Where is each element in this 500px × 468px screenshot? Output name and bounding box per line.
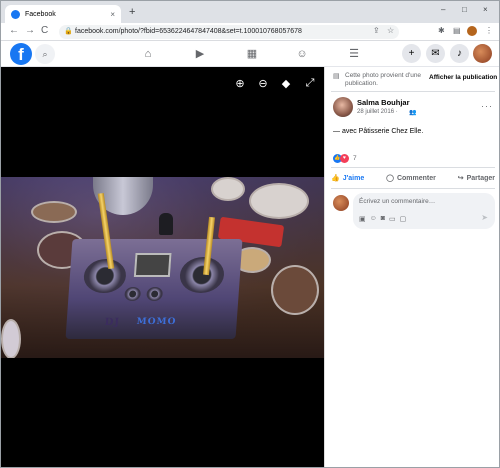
friends-audience-icon: 👥 — [409, 110, 417, 116]
home-icon[interactable]: ⌂ — [139, 46, 157, 62]
photo-plate — [31, 201, 77, 223]
sticker-icon[interactable]: ▢ — [400, 215, 407, 223]
share-button[interactable]: ↪ Partager — [457, 174, 495, 183]
photo-plate — [211, 177, 245, 201]
thumbs-up-icon: 👍 — [331, 175, 340, 182]
comment-bubble-icon: ◯ — [386, 175, 394, 182]
plus-icon[interactable]: + — [402, 44, 421, 63]
photo-dj-figurine — [159, 213, 173, 235]
post-actions: 👍 J'aime ◯ Commenter ↪ Partager — [331, 171, 495, 185]
comment-input[interactable]: Écrivez un commentaire… ▣ ☺ ◙ ▭ ▢ ➤ — [353, 193, 495, 229]
photo-viewer: ⊕ ⊖ ◆ ⤢ DJ MOMO — [1, 67, 324, 467]
like-button[interactable]: 👍 J'aime — [331, 174, 365, 183]
photo-plate — [249, 183, 309, 219]
photo-dj-cake: DJ MOMO — [65, 239, 243, 339]
share-arrow-icon: ↪ — [457, 175, 464, 182]
account-avatar[interactable] — [473, 44, 492, 63]
tab-strip: Facebook × + – □ × — [1, 1, 499, 23]
post-photo[interactable]: DJ MOMO — [1, 177, 324, 358]
fullscreen-icon[interactable]: ⤢ — [303, 77, 317, 90]
new-tab-button[interactable]: + — [129, 6, 135, 18]
photo-knob — [146, 287, 164, 301]
lock-icon: 🔒 — [64, 28, 73, 35]
facebook-logo[interactable]: f — [10, 43, 32, 65]
maximize-button[interactable]: □ — [462, 5, 467, 14]
photo-source-notice: ▤ Cette photo provient d'une publication… — [333, 72, 423, 88]
tab-facebook[interactable]: Facebook × — [5, 5, 121, 23]
chrome-menu-icon[interactable]: ⋮ — [485, 26, 493, 35]
extensions-icon[interactable]: ✱ — [438, 26, 445, 35]
photo-turntable-right — [178, 257, 226, 293]
more-options-icon[interactable]: ··· — [481, 101, 493, 111]
post-date[interactable]: 28 juillet 2016 · — [357, 109, 398, 115]
profile-avatar[interactable] — [467, 26, 477, 36]
share-icon[interactable]: ⇪ — [373, 26, 380, 35]
like-label: J'aime — [342, 174, 365, 182]
comment-tools: ▣ ☺ ◙ ▭ ▢ — [359, 215, 406, 223]
menu-icon[interactable]: ☰ — [345, 46, 363, 62]
video-icon[interactable]: ▶ — [191, 46, 209, 62]
avatar-sticker-icon[interactable]: ▣ — [359, 215, 366, 223]
cake-text-momo: MOMO — [136, 317, 177, 327]
zoom-out-icon[interactable]: ⊖ — [256, 77, 270, 90]
comment-placeholder: Écrivez un commentaire… — [359, 198, 436, 205]
send-icon[interactable]: ➤ — [481, 213, 488, 222]
facebook-favicon-icon — [11, 9, 20, 19]
zoom-in-icon[interactable]: ⊕ — [233, 77, 247, 90]
facebook-header: f ⌕ ⌂ ▶ ▦ ☺ ☰ + ✉ ♪ — [1, 41, 499, 67]
commenter-avatar[interactable] — [333, 195, 349, 211]
divider — [331, 167, 495, 168]
close-window-button[interactable]: × — [483, 5, 488, 14]
divider — [331, 91, 495, 92]
bookmark-star-icon[interactable]: ☆ — [387, 26, 394, 35]
tag-icon[interactable]: ◆ — [279, 77, 293, 90]
emoji-icon[interactable]: ☺ — [370, 215, 377, 223]
reactions-summary[interactable]: 👍 ♥ 7 — [333, 153, 357, 163]
photo-mixer — [133, 253, 172, 277]
sidepanel-icon[interactable]: ▤ — [453, 26, 461, 35]
comment-button[interactable]: ◯ Commenter — [386, 174, 436, 183]
address-bar-row: ← → C 🔒 facebook.com/photo/?fbid=6536224… — [1, 23, 499, 41]
marketplace-icon[interactable]: ▦ — [243, 46, 261, 62]
notice-text: Cette photo provient d'une publication. — [345, 72, 422, 87]
minimize-button[interactable]: – — [441, 5, 445, 14]
browser-window: Facebook × + – □ × ← → C 🔒 facebook.com/… — [0, 0, 500, 468]
love-reaction-icon: ♥ — [340, 153, 349, 163]
photo-plate — [271, 265, 319, 315]
reactions-count: 7 — [353, 154, 357, 162]
share-label: Partager — [466, 174, 495, 182]
post-caption: — avec Pâtisserie Chez Elle. — [333, 128, 424, 135]
cake-text-dj: DJ — [104, 317, 121, 328]
reload-button[interactable]: C — [41, 25, 48, 36]
post-side-panel: ▤ Cette photo provient d'une publication… — [324, 67, 499, 467]
camera-icon[interactable]: ◙ — [381, 215, 385, 223]
messenger-icon[interactable]: ✉ — [426, 44, 445, 63]
photo-knob — [124, 287, 142, 301]
back-button[interactable]: ← — [9, 25, 19, 36]
bell-icon[interactable]: ♪ — [450, 44, 469, 63]
author-name[interactable]: Salma Bouhjar — [357, 98, 410, 107]
photo-turntable-left — [82, 259, 128, 293]
url-bar[interactable]: 🔒 facebook.com/photo/?fbid=6536224647847… — [59, 25, 399, 39]
post-info-icon: ▤ — [333, 73, 340, 80]
view-post-link[interactable]: Afficher la publication — [429, 74, 497, 81]
url-text: facebook.com/photo/?fbid=653622464784740… — [75, 28, 302, 35]
groups-icon[interactable]: ☺ — [293, 46, 311, 62]
forward-button[interactable]: → — [25, 25, 35, 36]
photo-plate — [1, 319, 21, 358]
search-icon[interactable]: ⌕ — [35, 44, 55, 64]
comment-label: Commenter — [396, 174, 436, 182]
tab-title: Facebook — [25, 10, 56, 18]
gif-icon[interactable]: ▭ — [389, 215, 396, 223]
divider — [331, 188, 495, 189]
tab-close-icon[interactable]: × — [110, 10, 115, 19]
author-avatar[interactable] — [333, 97, 353, 117]
